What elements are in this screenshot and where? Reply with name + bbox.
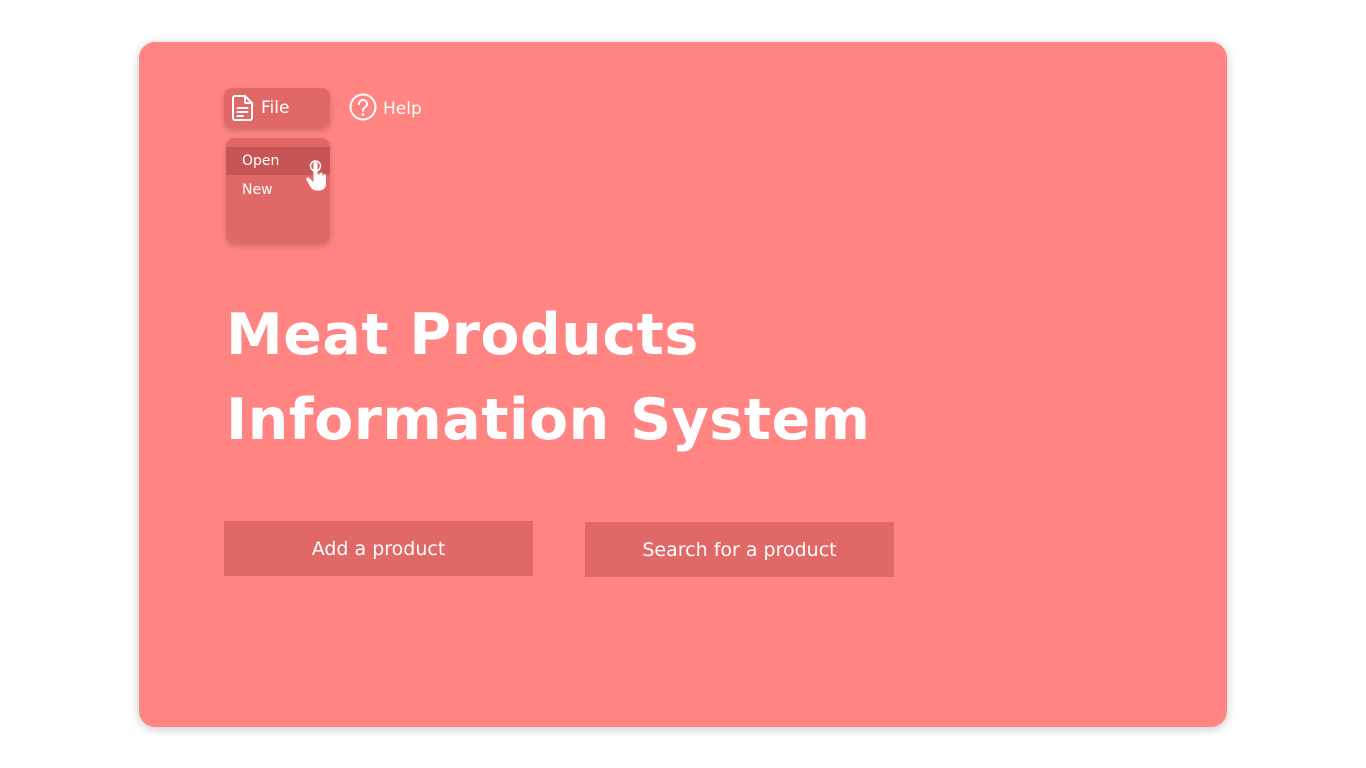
search-product-button[interactable]: Search for a product	[585, 522, 894, 577]
document-icon	[230, 94, 256, 122]
file-menu-button[interactable]: File	[224, 88, 330, 128]
help-menu-button[interactable]: Help	[349, 93, 422, 126]
question-circle-icon	[349, 93, 377, 126]
page-title: Meat Products Information System	[226, 293, 1026, 463]
title-line-1: Meat Products	[226, 302, 699, 368]
title-line-2: Information System	[226, 387, 871, 453]
file-menu-label: File	[261, 98, 290, 118]
hand-pointer-icon	[304, 160, 330, 192]
add-product-button[interactable]: Add a product	[224, 521, 533, 576]
help-menu-label: Help	[383, 99, 422, 119]
